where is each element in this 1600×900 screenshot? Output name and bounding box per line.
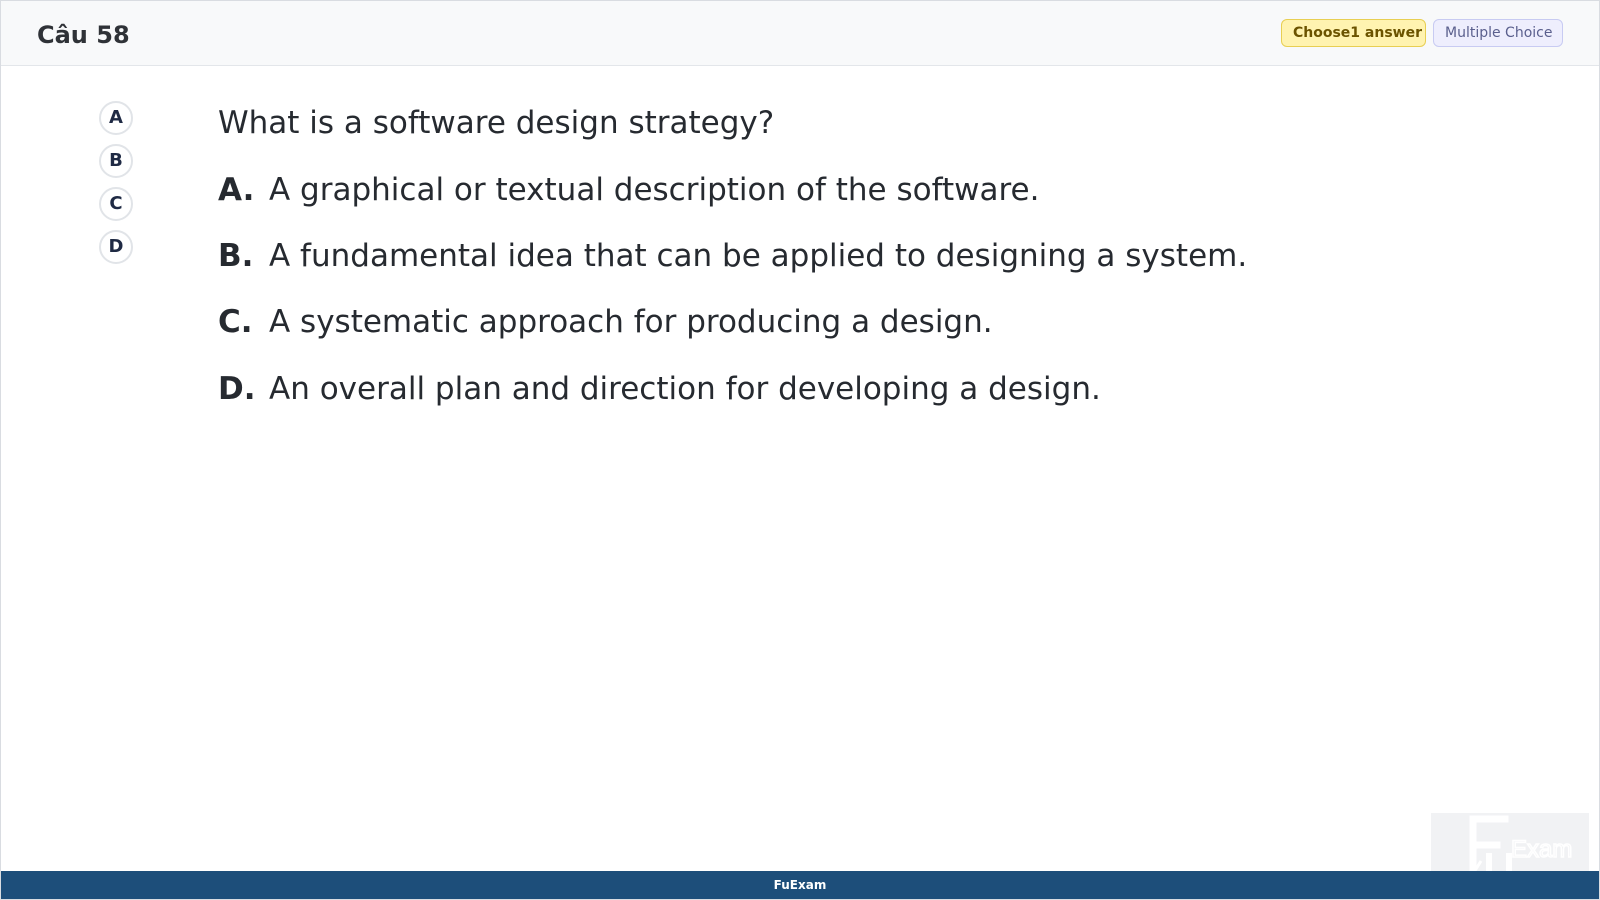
choose-answer-badge: Choose1 answer [1281,19,1426,47]
option-text: A fundamental idea that can be applied t… [269,238,1248,274]
quiz-window: Câu 58 Choose1 answer Multiple Choice A … [0,0,1600,900]
footer-brand: FuExam [773,878,827,892]
footer-bar: FuExam [1,871,1599,899]
option-text: An overall plan and direction for develo… [269,371,1101,407]
option-text: A systematic approach for producing a de… [269,304,993,340]
answer-button-d[interactable]: D [99,230,133,264]
option-text: A graphical or textual description of th… [269,172,1040,208]
option-d[interactable]: D. An overall plan and direction for deve… [218,368,1101,410]
option-c[interactable]: C. A systematic approach for producing a … [218,301,993,343]
option-letter: C. [218,304,253,340]
answer-button-c[interactable]: C [99,187,133,221]
watermark-text: Exam [1511,836,1572,863]
option-a[interactable]: A. A graphical or textual description of … [218,169,1039,211]
option-b[interactable]: B. A fundamental idea that can be applied… [218,235,1247,277]
answer-button-b[interactable]: B [99,144,133,178]
option-letter: A. [218,172,255,208]
option-letter: D. [218,371,256,407]
option-letter: B. [218,238,254,274]
question-number: Câu 58 [37,21,130,49]
answer-button-a[interactable]: A [99,101,133,135]
question-header: Câu 58 Choose1 answer Multiple Choice [1,1,1599,66]
question-type-badge: Multiple Choice [1433,19,1563,47]
question-text: What is a software design strategy? [218,105,775,141]
